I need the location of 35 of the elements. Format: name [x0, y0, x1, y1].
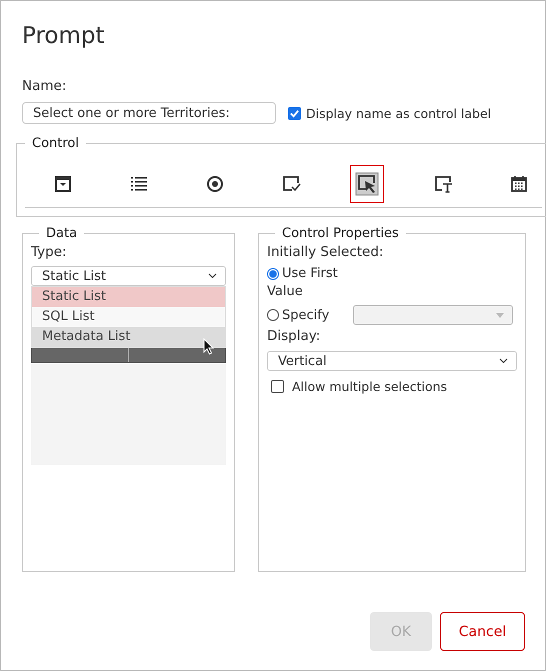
name-label: Name: [22, 78, 66, 94]
radio-icon [206, 175, 224, 193]
menu-option[interactable]: Metadata List [32, 327, 225, 347]
pointer-box-icon [355, 172, 379, 196]
chevron-icon [499, 358, 508, 364]
radio-icon[interactable] [267, 309, 279, 321]
chevron-icon [208, 273, 217, 279]
type-label: Type: [31, 244, 68, 260]
type-select[interactable]: Static List [31, 266, 226, 286]
display-select[interactable]: Vertical [267, 351, 517, 371]
display-label-checkbox[interactable]: Display name as control label [288, 106, 492, 120]
initially-selected-label: Initially Selected: [267, 244, 384, 260]
dropdown-icon [54, 175, 72, 193]
checkbox-check-icon [282, 175, 300, 193]
text-box-icon [434, 175, 452, 193]
option-note: Value [267, 284, 304, 299]
checkbox-icon[interactable] [288, 106, 301, 120]
radio-option[interactable]: Use First [267, 266, 338, 281]
control-type-button[interactable] [350, 165, 384, 203]
group-legend: Control [25, 136, 86, 151]
name-field[interactable]: Select one or more Territories: [22, 102, 276, 124]
menu-option[interactable]: SQL List [32, 307, 225, 327]
allow-multiple-checkbox[interactable]: Allow multiple selections [271, 379, 517, 394]
checkbox-icon[interactable] [271, 380, 284, 393]
caret-icon [496, 312, 504, 318]
menu-option[interactable]: Static List [32, 287, 225, 307]
cancel-button[interactable]: Cancel [440, 612, 525, 651]
dialog-title: Prompt [22, 23, 105, 49]
group-legend: Data [39, 226, 84, 241]
display-label: Display: [267, 328, 322, 344]
radio-icon[interactable] [267, 268, 279, 280]
calendar-icon [510, 175, 528, 193]
group-legend: Control Properties [275, 226, 406, 241]
radio-option[interactable]: Specify [267, 308, 330, 322]
list-icon [130, 175, 148, 193]
